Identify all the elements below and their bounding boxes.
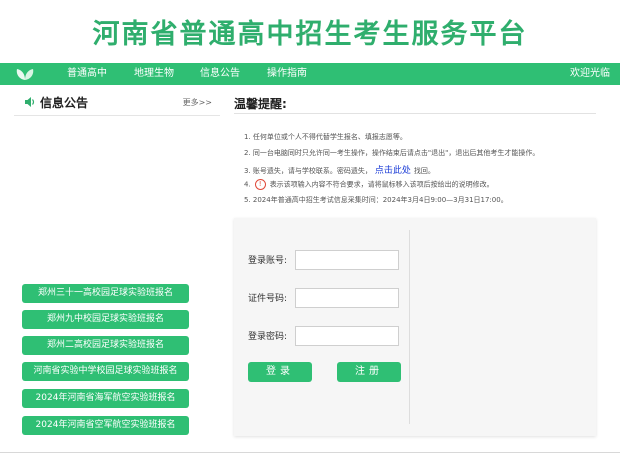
tip-4-number: 4. — [244, 180, 251, 189]
tip-3: 3. 账号遗失，请与学校联系。密码遗失， 点击此处 找回。 — [244, 163, 435, 176]
tips-divider — [234, 113, 596, 114]
recover-password-link[interactable]: 点击此处 — [375, 166, 411, 176]
leaf-logo-icon — [16, 69, 34, 80]
tip-3-text: 3. 账号遗失，请与学校联系。密码遗失， — [244, 167, 372, 175]
header: 河南省普通高中招生考生服务平台 — [0, 0, 620, 63]
tips-title: 温馨提醒: — [234, 97, 287, 111]
more-link[interactable]: 更多>> — [183, 97, 212, 108]
site-title: 河南省普通高中招生考生服务平台 — [92, 19, 528, 50]
tip-4: 4.! 表示该项输入内容不符合要求，请将鼠标移入该项后按给出的说明修改。 — [244, 179, 494, 190]
id-number-label: 证件号码: — [248, 294, 288, 304]
password-input[interactable] — [295, 326, 399, 346]
nav-item-general-highschool[interactable]: 普通高中 — [67, 63, 107, 85]
login-form: 登录账号: 证件号码: 登录密码: 登录 注册 — [234, 218, 596, 436]
signup-button-navy[interactable]: 2024年河南省海军航空实验班报名 — [22, 389, 189, 408]
signup-button-experimental[interactable]: 河南省实验中学校园足球实验班报名 — [22, 362, 189, 381]
login-button[interactable]: 登录 — [248, 362, 312, 382]
nav-item-announcements[interactable]: 信息公告 — [200, 63, 240, 85]
id-number-input[interactable] — [295, 288, 399, 308]
nav-item-guide[interactable]: 操作指南 — [267, 63, 307, 85]
footer-divider — [0, 452, 620, 453]
register-button[interactable]: 注册 — [337, 362, 401, 382]
welcome-text: 欢迎光临 — [570, 68, 610, 79]
tip-3-suffix: 找回。 — [413, 167, 435, 175]
news-title: 信息公告 — [40, 96, 89, 110]
warning-icon: ! — [254, 179, 266, 190]
tip-2: 2. 同一台电脑同时只允许同一考生操作，操作结束后请点击"退出"，退出后其他考生… — [244, 149, 540, 157]
tip-1: 1. 任何单位或个人不得代替学生报名、填报志愿等。 — [244, 133, 407, 141]
navbar: 普通高中 地理生物 信息公告 操作指南 欢迎光临 — [0, 63, 620, 85]
nav-item-geography-biology[interactable]: 地理生物 — [134, 63, 174, 85]
tip-5: 5. 2024年普通高中招生考试信息采集时间：2024年3月4日9:00—3月3… — [244, 196, 508, 204]
signup-button-zz2[interactable]: 郑州二高校园足球实验班报名 — [22, 336, 189, 355]
form-divider — [409, 230, 410, 424]
password-label: 登录密码: — [248, 332, 288, 342]
account-label: 登录账号: — [248, 256, 288, 266]
speaker-icon — [25, 97, 35, 107]
signup-button-zz9[interactable]: 郑州九中校园足球实验班报名 — [22, 310, 189, 329]
news-header: 信息公告 更多>> — [14, 90, 220, 116]
signup-button-zz31[interactable]: 郑州三十一高校园足球实验班报名 — [22, 284, 189, 303]
tip-4-text: 表示该项输入内容不符合要求，请将鼠标移入该项后按给出的说明修改。 — [269, 180, 494, 189]
signup-button-airforce[interactable]: 2024年河南省空军航空实验班报名 — [22, 416, 189, 435]
account-input[interactable] — [295, 250, 399, 270]
